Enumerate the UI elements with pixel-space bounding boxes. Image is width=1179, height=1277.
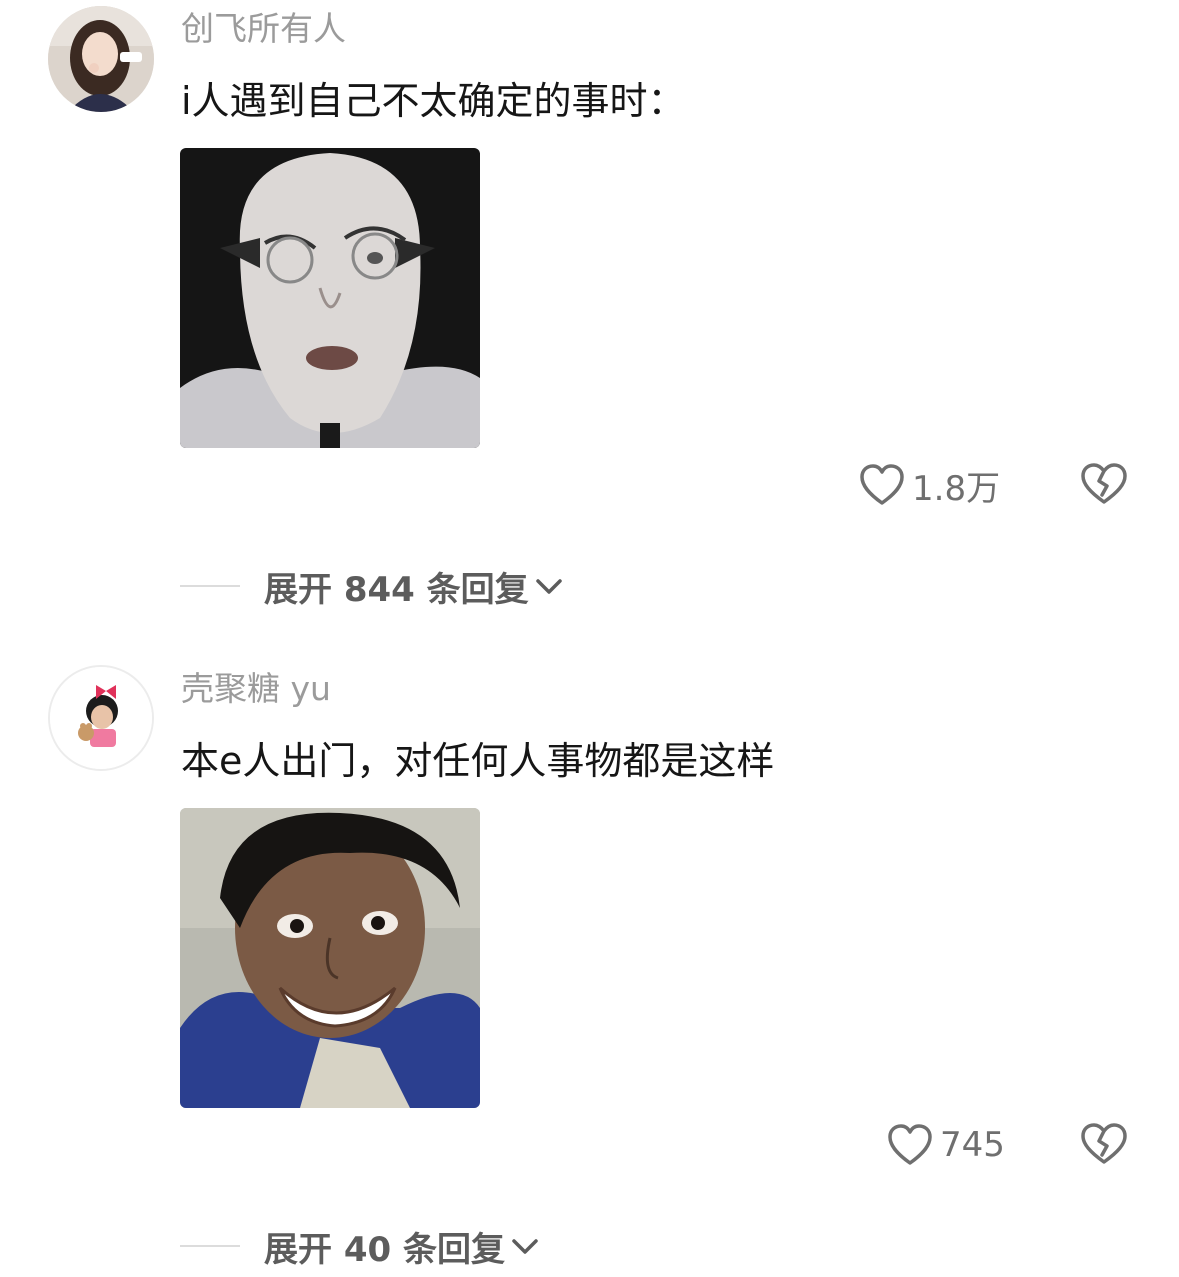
expand-replies-button[interactable]: 展开 844 条回复 <box>180 561 565 611</box>
dislike-button[interactable] <box>1079 1119 1129 1169</box>
like-count: 1.8万 <box>912 468 1001 509</box>
username[interactable]: 壳聚糖 yu <box>181 669 331 709</box>
comment-text: i人遇到自己不太确定的事时： <box>181 79 686 123</box>
like-button[interactable]: 1.8万 <box>858 460 1000 510</box>
comment-item: 创飞所有人 i人遇到自己不太确定的事时： 1.8万 展开 844 条回复 <box>0 0 1179 620</box>
divider <box>180 1245 240 1247</box>
chevron-down-icon <box>535 579 562 594</box>
heart-outline-icon <box>860 464 904 505</box>
sticker-image[interactable] <box>180 148 480 448</box>
username[interactable]: 创飞所有人 <box>181 9 346 49</box>
heart-outline-icon <box>888 1124 932 1165</box>
sticker-image[interactable] <box>180 808 480 1108</box>
expand-replies-label: 展开 40 条回复 <box>264 1229 505 1270</box>
dislike-button[interactable] <box>1079 459 1129 509</box>
comment-text: 本e人出门，对任何人事物都是这样 <box>181 739 775 783</box>
chevron-down-icon <box>512 1239 538 1254</box>
avatar[interactable] <box>48 665 154 771</box>
divider <box>180 585 240 587</box>
expand-replies-button[interactable]: 展开 40 条回复 <box>180 1221 541 1271</box>
comment-item: 壳聚糖 yu 本e人出门，对任何人事物都是这样 745 展开 40 条回复 <box>0 660 1179 1277</box>
like-button[interactable]: 745 <box>886 1120 1005 1170</box>
expand-replies-label: 展开 844 条回复 <box>264 569 529 610</box>
broken-heart-icon <box>1081 1123 1127 1164</box>
broken-heart-icon <box>1081 463 1127 504</box>
avatar[interactable] <box>48 6 154 112</box>
like-count: 745 <box>940 1125 1005 1165</box>
